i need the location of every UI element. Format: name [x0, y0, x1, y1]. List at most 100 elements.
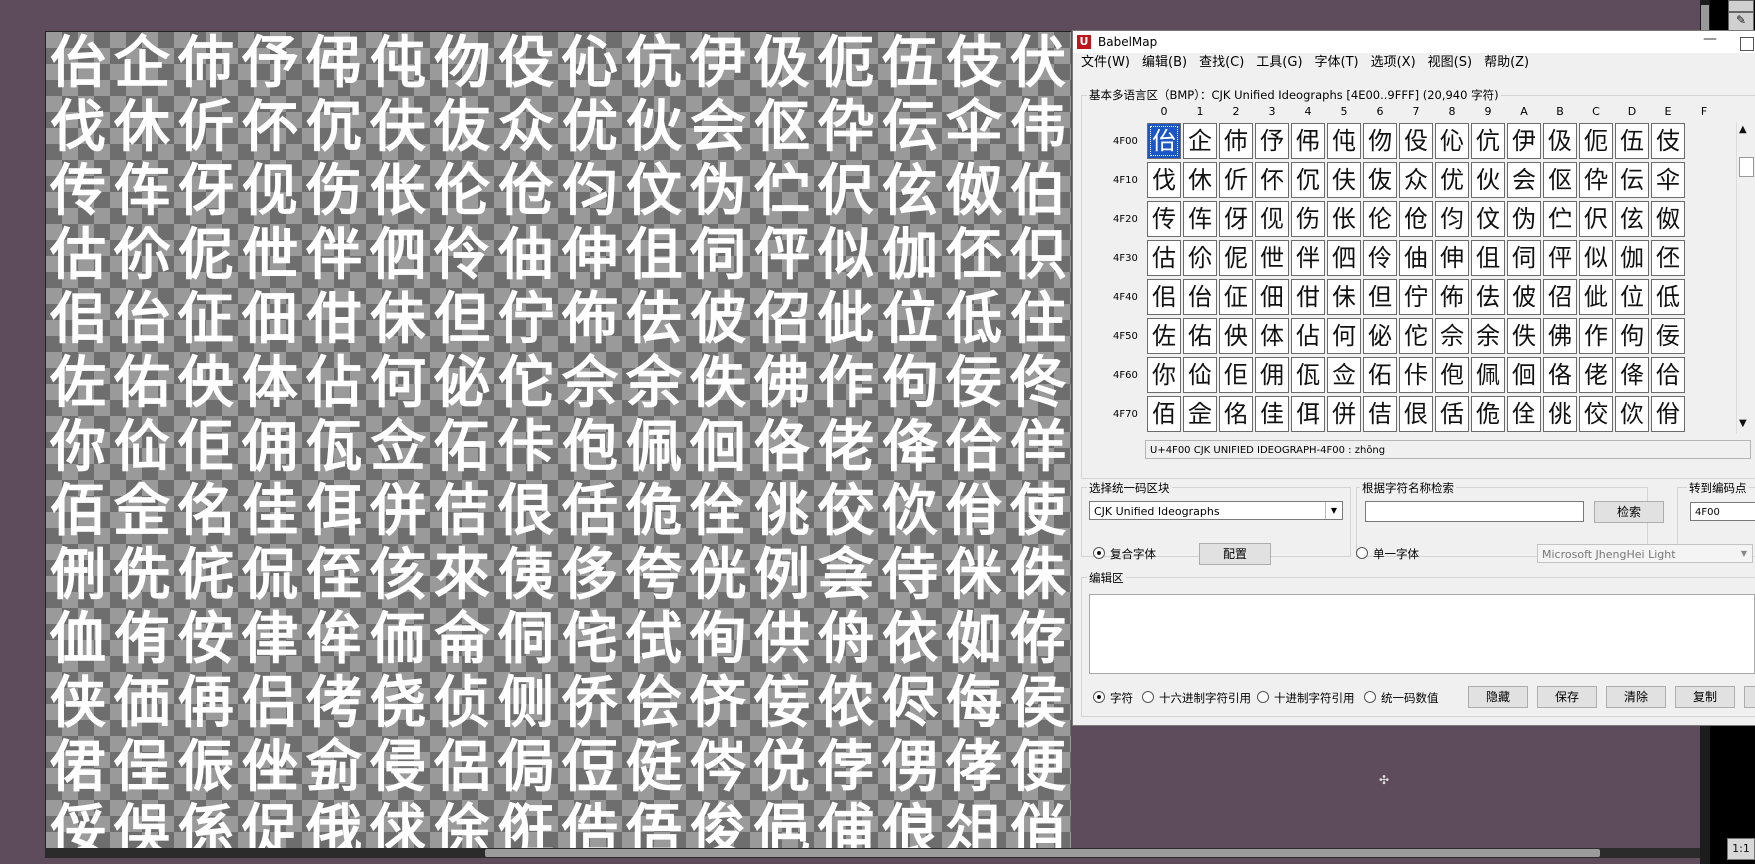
menu-find[interactable]: 查找(C) [1199, 53, 1244, 73]
maximize-icon[interactable] [1740, 37, 1754, 51]
char-cell[interactable]: 佥 [1327, 357, 1361, 393]
char-cell[interactable]: 伬 [1579, 201, 1613, 237]
char-cell[interactable]: 佸 [1435, 396, 1469, 432]
char-cell[interactable]: 伉 [1471, 123, 1505, 159]
minimize-icon[interactable]: — [1703, 31, 1717, 47]
char-cell[interactable]: 佝 [1615, 318, 1649, 354]
char-cell[interactable]: 佴 [1291, 396, 1325, 432]
char-cell[interactable]: 佹 [1471, 396, 1505, 432]
char-cell[interactable]: 伮 [1651, 201, 1685, 237]
char-cell[interactable]: 伄 [1291, 123, 1325, 159]
char-cell[interactable]: 但 [1363, 279, 1397, 315]
grid-scroll-thumb[interactable] [1739, 157, 1754, 177]
char-cell[interactable]: 伵 [1327, 240, 1361, 276]
char-cell[interactable]: 伖 [1363, 162, 1397, 198]
char-cell[interactable]: 伢 [1219, 201, 1253, 237]
block-select[interactable]: CJK Unified Ideographs ▼ [1089, 501, 1343, 520]
chevron-down-icon[interactable]: ▼ [1325, 502, 1342, 519]
menu-view[interactable]: 视图(S) [1428, 53, 1472, 73]
horizontal-scroll-thumb[interactable] [485, 849, 1600, 857]
char-cell[interactable]: 伞 [1651, 162, 1685, 198]
char-cell[interactable]: 佒 [1219, 318, 1253, 354]
char-cell[interactable]: 似 [1579, 240, 1613, 276]
char-cell[interactable]: 伛 [1543, 162, 1577, 198]
char-cell[interactable]: 伹 [1471, 240, 1505, 276]
char-cell[interactable]: 佲 [1219, 396, 1253, 432]
selected-char-cell[interactable]: 佁 [1147, 123, 1181, 159]
char-cell[interactable]: 会 [1507, 162, 1541, 198]
char-cell[interactable]: 伥 [1327, 201, 1361, 237]
composite-font-radio[interactable]: 复合字体 [1093, 546, 1156, 562]
char-cell[interactable]: 佨 [1435, 357, 1469, 393]
char-cell[interactable]: 伳 [1255, 240, 1289, 276]
char-cell[interactable]: 佔 [1291, 318, 1325, 354]
char-cell[interactable]: 你 [1147, 357, 1181, 393]
save-button[interactable]: 保存 [1537, 686, 1597, 708]
char-cell[interactable]: 伨 [1435, 201, 1469, 237]
format-radio-decimal[interactable]: 十进制字符引用 [1257, 690, 1355, 706]
char-cell[interactable]: 伐 [1147, 162, 1181, 198]
scroll-up-icon[interactable]: ▲ [1739, 124, 1747, 135]
menu-file[interactable]: 文件(W) [1081, 53, 1130, 73]
char-cell[interactable]: 伌 [1579, 123, 1613, 159]
menu-font[interactable]: 字体(T) [1315, 53, 1359, 73]
char-cell[interactable]: 佳 [1255, 396, 1289, 432]
char-cell[interactable]: 伜 [1579, 162, 1613, 198]
char-cell[interactable]: 众 [1399, 162, 1433, 198]
clear-button[interactable]: 清除 [1606, 686, 1666, 708]
char-cell[interactable]: 佂 [1219, 279, 1253, 315]
char-cell[interactable]: 伱 [1183, 240, 1217, 276]
char-cell[interactable]: 佻 [1543, 396, 1577, 432]
char-cell[interactable]: 余 [1471, 318, 1505, 354]
char-cell[interactable]: 佧 [1399, 357, 1433, 393]
format-radio-char[interactable]: 字符 [1093, 690, 1133, 706]
char-cell[interactable]: 佐 [1147, 318, 1181, 354]
char-cell[interactable]: 佽 [1615, 396, 1649, 432]
more-button[interactable] [1744, 686, 1755, 708]
toolbar-button[interactable] [1728, 0, 1754, 12]
char-cell[interactable]: 佤 [1291, 357, 1325, 393]
char-cell[interactable]: 伧 [1399, 201, 1433, 237]
char-cell[interactable]: 伔 [1291, 162, 1325, 198]
font-select[interactable]: Microsoft JhengHei Light ▼ [1537, 544, 1753, 563]
char-cell[interactable]: 佾 [1651, 396, 1685, 432]
char-cell[interactable]: 佃 [1255, 279, 1289, 315]
char-cell[interactable]: 佡 [1183, 357, 1217, 393]
copy-button[interactable]: 复制 [1675, 686, 1735, 708]
char-cell[interactable]: 佭 [1615, 357, 1649, 393]
char-cell[interactable]: 伝 [1615, 162, 1649, 198]
char-cell[interactable]: 伋 [1543, 123, 1577, 159]
edit-textarea[interactable] [1089, 594, 1755, 674]
title-bar[interactable]: U BabelMap — [1073, 31, 1755, 53]
char-cell[interactable]: 优 [1435, 162, 1469, 198]
char-cell[interactable]: 伂 [1219, 123, 1253, 159]
char-cell[interactable]: 伲 [1219, 240, 1253, 276]
char-cell[interactable]: 伊 [1507, 123, 1541, 159]
goto-codepoint-input[interactable]: 4F00 [1690, 502, 1755, 521]
single-font-radio[interactable]: 单一字体 [1356, 546, 1419, 562]
char-cell[interactable]: 伅 [1327, 123, 1361, 159]
search-button[interactable]: 检索 [1594, 501, 1664, 523]
char-cell[interactable]: 伩 [1471, 201, 1505, 237]
char-cell[interactable]: 佘 [1435, 318, 1469, 354]
char-cell[interactable]: 伇 [1399, 123, 1433, 159]
grid-scrollbar[interactable]: ▲ ▼ [1736, 122, 1754, 434]
char-cell[interactable]: 伭 [1615, 201, 1649, 237]
char-cell[interactable]: 佗 [1399, 318, 1433, 354]
char-cell[interactable]: 佷 [1399, 396, 1433, 432]
format-radio-hex[interactable]: 十六进制字符引用 [1142, 690, 1251, 706]
char-cell[interactable]: 企 [1183, 123, 1217, 159]
char-cell[interactable]: 伺 [1507, 240, 1541, 276]
char-cell[interactable]: 休 [1183, 162, 1217, 198]
char-cell[interactable]: 佚 [1507, 318, 1541, 354]
char-cell[interactable]: 佅 [1327, 279, 1361, 315]
char-cell[interactable]: 伶 [1363, 240, 1397, 276]
char-cell[interactable]: 佇 [1399, 279, 1433, 315]
char-cell[interactable]: 伙 [1471, 162, 1505, 198]
char-cell[interactable]: 伷 [1399, 240, 1433, 276]
name-search-input[interactable] [1365, 501, 1584, 522]
char-cell[interactable]: 体 [1255, 318, 1289, 354]
pencil-icon[interactable]: ✎ [1728, 12, 1754, 32]
char-cell[interactable]: 佀 [1147, 279, 1181, 315]
vertical-scroll-thumb[interactable] [1701, 5, 1709, 30]
